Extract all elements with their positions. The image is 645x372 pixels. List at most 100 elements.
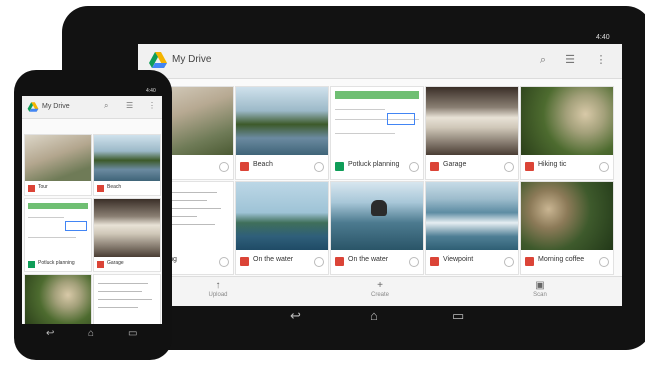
overflow-menu-icon[interactable]: ⋮ bbox=[148, 101, 156, 110]
file-caption: Potluck planning bbox=[331, 157, 423, 177]
file-name: On the water bbox=[253, 256, 294, 263]
recents-nav-icon[interactable]: ▭ bbox=[452, 308, 464, 324]
search-icon[interactable]: ⌕ bbox=[104, 101, 108, 111]
file-thumbnail bbox=[94, 275, 160, 324]
file-tile[interactable] bbox=[24, 274, 92, 324]
file-caption: Tour bbox=[25, 181, 91, 195]
back-nav-icon[interactable]: ↩ bbox=[290, 308, 301, 324]
phone-app-bar: My Drive ⌕ ☰ ⋮ bbox=[22, 96, 162, 119]
file-tile[interactable]: Viewpoint bbox=[425, 181, 519, 275]
file-tile[interactable]: Hiking tic bbox=[520, 86, 614, 180]
sheet-file-icon bbox=[335, 162, 344, 171]
home-nav-icon[interactable]: ⌂ bbox=[88, 328, 94, 339]
sheet-file-icon bbox=[28, 261, 35, 268]
file-thumbnail bbox=[236, 182, 328, 250]
image-file-icon bbox=[335, 257, 344, 266]
file-thumbnail bbox=[426, 182, 518, 250]
file-thumbnail bbox=[25, 135, 91, 181]
file-thumbnail bbox=[331, 87, 423, 155]
select-checkbox-icon[interactable] bbox=[314, 162, 324, 172]
select-checkbox-icon[interactable] bbox=[409, 162, 419, 172]
select-checkbox-icon[interactable] bbox=[219, 257, 229, 267]
scan-button[interactable]: ▣ Scan bbox=[510, 280, 570, 298]
image-file-icon bbox=[28, 185, 35, 192]
file-name: Potluck planning bbox=[38, 260, 75, 266]
file-tile[interactable]: Tour bbox=[24, 134, 92, 196]
file-caption: Potluck planning bbox=[25, 257, 91, 271]
file-thumbnail bbox=[426, 87, 518, 155]
view-toggle-icon[interactable]: ☰ bbox=[563, 53, 577, 67]
select-checkbox-icon[interactable] bbox=[504, 257, 514, 267]
file-tile[interactable]: Potluck planning bbox=[330, 86, 424, 180]
select-checkbox-icon[interactable] bbox=[314, 257, 324, 267]
file-name: Potluck planning bbox=[348, 161, 400, 168]
upload-icon: ↑ bbox=[215, 280, 221, 291]
select-checkbox-icon[interactable] bbox=[409, 257, 419, 267]
phone-screen: My Drive ⌕ ☰ ⋮ Tour Beach Potluck planni… bbox=[22, 96, 162, 324]
drive-logo-icon bbox=[27, 102, 39, 112]
image-file-icon bbox=[240, 257, 249, 266]
search-icon[interactable]: ⌕ bbox=[536, 53, 550, 67]
file-thumbnail bbox=[331, 182, 423, 250]
image-file-icon bbox=[525, 162, 534, 171]
file-name: Tour bbox=[38, 184, 48, 190]
file-thumbnail bbox=[236, 87, 328, 155]
file-tile[interactable]: Garage bbox=[93, 198, 161, 272]
bottom-action-bar: ↑ Upload + Create ▣ Scan bbox=[138, 276, 622, 306]
overflow-menu-icon[interactable]: ⋮ bbox=[594, 53, 608, 67]
file-name: Garage bbox=[107, 260, 124, 266]
file-caption: On the water bbox=[331, 252, 423, 272]
create-button[interactable]: + Create bbox=[350, 280, 410, 298]
phone-app-title: My Drive bbox=[42, 103, 70, 110]
file-thumbnail bbox=[25, 275, 91, 324]
file-caption: Viewpoint bbox=[426, 252, 518, 272]
upload-button[interactable]: ↑ Upload bbox=[188, 280, 248, 298]
phone-status-time: 4:40 bbox=[146, 88, 156, 94]
plus-icon: + bbox=[377, 280, 383, 291]
file-thumbnail bbox=[521, 182, 613, 250]
back-nav-icon[interactable]: ↩ bbox=[46, 328, 54, 339]
image-file-icon bbox=[240, 162, 249, 171]
file-tile[interactable] bbox=[93, 274, 161, 324]
app-bar: My Drive ⌕ ☰ ⋮ bbox=[138, 44, 622, 79]
home-nav-icon[interactable]: ⌂ bbox=[370, 308, 378, 323]
recents-nav-icon[interactable]: ▭ bbox=[128, 328, 137, 339]
view-toggle-icon[interactable]: ☰ bbox=[126, 101, 133, 110]
file-thumbnail bbox=[94, 135, 160, 181]
file-tile[interactable]: On the water bbox=[330, 181, 424, 275]
file-name: On the water bbox=[348, 256, 389, 263]
file-name: Garage bbox=[443, 161, 467, 168]
file-name: Viewpoint bbox=[443, 256, 474, 263]
camera-icon: ▣ bbox=[535, 280, 545, 291]
image-file-icon bbox=[525, 257, 534, 266]
file-caption: Garage bbox=[426, 157, 518, 177]
select-checkbox-icon[interactable] bbox=[504, 162, 514, 172]
tablet-screen: My Drive ⌕ ☰ ⋮ Beach Potluck planning Ga… bbox=[138, 44, 622, 306]
file-name: Hiking tic bbox=[538, 161, 567, 168]
image-file-icon bbox=[430, 257, 439, 266]
file-tile[interactable]: Potluck planning bbox=[24, 198, 92, 272]
file-tile[interactable]: Beach bbox=[235, 86, 329, 180]
app-title: My Drive bbox=[172, 54, 212, 65]
file-caption: Hiking tic bbox=[521, 157, 613, 177]
file-tile[interactable]: Garage bbox=[425, 86, 519, 180]
drive-logo-icon bbox=[149, 52, 167, 68]
image-file-icon bbox=[97, 185, 104, 192]
file-name: Morning coffee bbox=[538, 256, 585, 263]
file-name: Beach bbox=[253, 161, 273, 168]
file-caption: Beach bbox=[94, 181, 160, 195]
file-tile[interactable]: On the water bbox=[235, 181, 329, 275]
select-checkbox-icon[interactable] bbox=[599, 162, 609, 172]
status-time: 4:40 bbox=[596, 34, 610, 41]
file-name: Beach bbox=[107, 184, 122, 190]
file-thumbnail bbox=[521, 87, 613, 155]
file-tile[interactable]: Morning coffee bbox=[520, 181, 614, 275]
file-thumbnail bbox=[25, 199, 91, 257]
select-checkbox-icon[interactable] bbox=[219, 162, 229, 172]
file-tile[interactable]: Beach bbox=[93, 134, 161, 196]
select-checkbox-icon[interactable] bbox=[599, 257, 609, 267]
image-file-icon bbox=[97, 261, 104, 268]
file-caption: Garage bbox=[94, 257, 160, 271]
file-caption: Morning coffee bbox=[521, 252, 613, 272]
file-caption: Beach bbox=[236, 157, 328, 177]
